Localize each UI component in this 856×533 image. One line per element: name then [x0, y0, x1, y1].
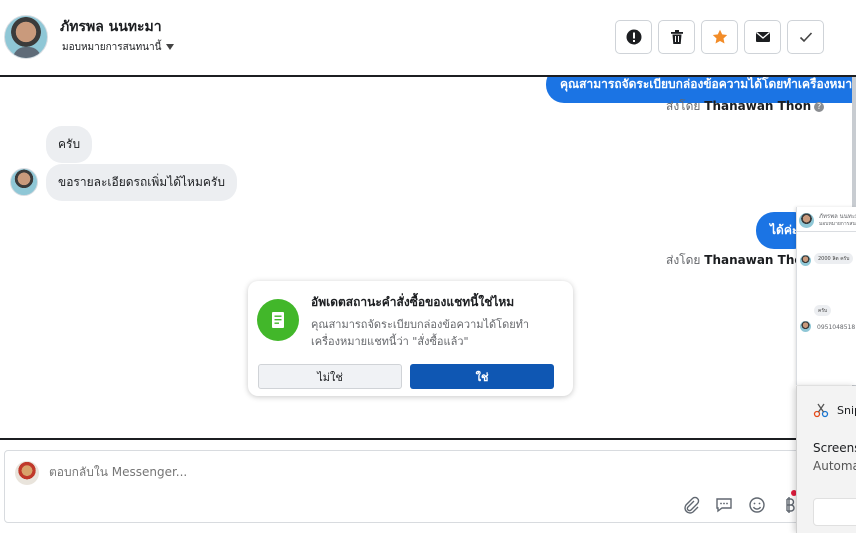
snip-title: Snip: [837, 404, 856, 417]
snip-notification[interactable]: Snip Screens Automa: [796, 386, 856, 533]
star-icon: [712, 29, 727, 44]
sent-by-prefix: ส่งโดย: [666, 253, 701, 267]
overlay-message: ครับ: [814, 305, 832, 316]
sent-by-label: ส่งโดย Thanawan Thon: [666, 251, 811, 270]
reply-input[interactable]: [49, 465, 649, 479]
avatar-shirt: [13, 47, 41, 58]
no-button[interactable]: ไม่ใช่: [258, 364, 402, 389]
snip-subtext: Automa: [813, 459, 856, 473]
snip-action-button[interactable]: [813, 498, 856, 526]
emoji-icon: [749, 497, 765, 513]
attach-button[interactable]: [681, 495, 701, 515]
caret-down-icon: [166, 44, 175, 50]
assign-conversation-dropdown[interactable]: มอบหมายการสนทนานี้: [62, 40, 175, 55]
overlay-avatar: [800, 321, 811, 332]
overlay-divider: [797, 231, 856, 232]
paperclip-icon: [684, 496, 700, 514]
comment-icon: [716, 498, 732, 513]
star-button[interactable]: [701, 20, 738, 54]
reply-composer: [4, 450, 814, 523]
contact-name[interactable]: ภัทรพล นนทะมา: [60, 16, 162, 38]
check-icon: [799, 32, 812, 43]
card-description: คุณสามารถจัดระเบียบกล่องข้อความได้โดยทำเ…: [311, 318, 530, 348]
receipt-icon: [257, 299, 299, 341]
chat-preview-overlay[interactable]: ภัทรพล นนทะมา มอบหมายการสนทนา 2000 ลิต ค…: [796, 207, 856, 385]
question-icon[interactable]: ?: [814, 101, 825, 112]
order-status-card: อัพเดตสถานะคำสั่งซื้อของแชทนี้ใช่ไหม คุณ…: [248, 281, 573, 396]
overlay-message: 0951048518 ครับ: [817, 324, 856, 331]
snip-text: Screens: [813, 441, 856, 455]
spam-icon: [626, 29, 641, 45]
overlay-avatar: [799, 213, 814, 228]
assign-label: มอบหมายการสนทนานี้: [62, 42, 162, 53]
incoming-message[interactable]: ขอรายละเอียดรถเพิ่มได้ไหมครับ: [46, 164, 237, 201]
yes-button[interactable]: ใช่: [410, 364, 554, 389]
sent-by-prefix: ส่งโดย: [666, 99, 701, 113]
sent-by-name: Thanawan Thon: [704, 99, 812, 113]
sent-by-label: ส่งโดย Thanawan Thon?: [666, 97, 825, 116]
app-root: ภัทรพล นนทะมา มอบหมายการสนทนานี้ คุณสามา…: [0, 0, 856, 533]
overlay-message: 2000 ลิต ครับ: [814, 253, 854, 264]
composer-divider: [0, 438, 856, 440]
contact-avatar-small[interactable]: [10, 168, 38, 196]
emoji-button[interactable]: [747, 495, 767, 515]
incoming-message[interactable]: ครับ: [46, 126, 93, 163]
mark-spam-button[interactable]: [615, 20, 652, 54]
conversation-header: ภัทรพล นนทะมา มอบหมายการสนทนานี้: [0, 0, 856, 77]
delete-button[interactable]: [658, 20, 695, 54]
trash-icon: [670, 30, 683, 44]
card-title: อัพเดตสถานะคำสั่งซื้อของแชทนี้ใช่ไหม: [311, 295, 515, 309]
scissors-icon: [813, 403, 829, 418]
composer-toolbar: [681, 495, 800, 515]
page-avatar: [15, 461, 39, 485]
saved-reply-button[interactable]: [714, 495, 734, 515]
overlay-avatar: [800, 255, 811, 266]
mark-unread-button[interactable]: [744, 20, 781, 54]
mail-icon: [755, 32, 770, 42]
overlay-sub: มอบหมายการสนทนา: [819, 221, 856, 227]
mark-done-button[interactable]: [787, 20, 824, 54]
contact-avatar[interactable]: [4, 15, 48, 59]
